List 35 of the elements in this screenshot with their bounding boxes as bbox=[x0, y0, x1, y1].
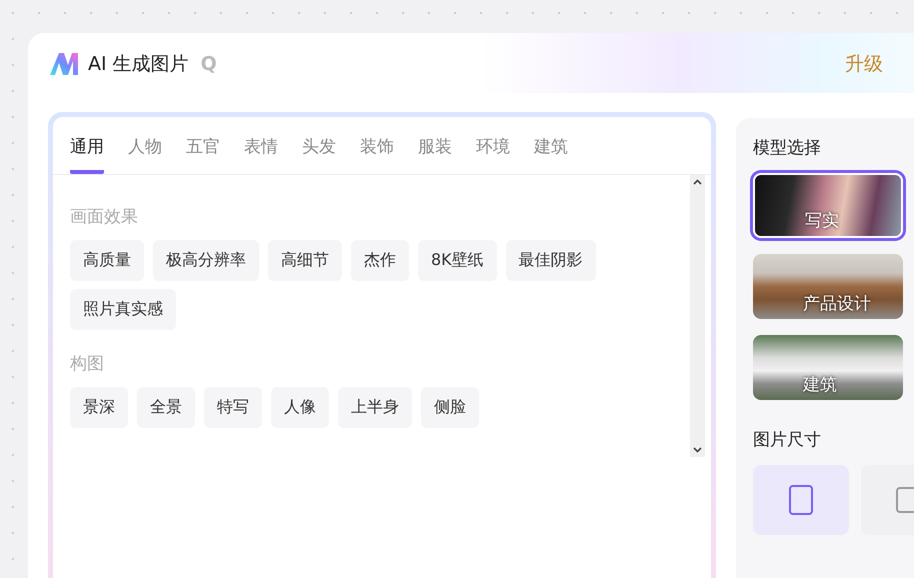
prompt-tag[interactable]: 景深 bbox=[70, 387, 128, 428]
scroll-down-icon[interactable] bbox=[692, 447, 702, 453]
scrollbar[interactable] bbox=[690, 175, 705, 457]
prompt-tag[interactable]: 上半身 bbox=[338, 387, 412, 428]
category-tab[interactable]: 服装 bbox=[418, 135, 452, 174]
category-tab[interactable]: 建筑 bbox=[534, 135, 568, 174]
prompt-tag[interactable]: 侧脸 bbox=[421, 387, 479, 428]
section-heading: 模型选择 bbox=[752, 137, 822, 159]
category-tab[interactable]: 装饰 bbox=[360, 135, 394, 174]
category-tab[interactable]: 头发 bbox=[302, 135, 336, 174]
scroll-up-icon[interactable] bbox=[692, 179, 702, 185]
section-heading: 图片尺寸 bbox=[752, 429, 822, 451]
prompt-tag[interactable]: 特写 bbox=[204, 387, 262, 428]
category-tab[interactable]: 五官 bbox=[186, 135, 220, 174]
size-option[interactable] bbox=[752, 465, 849, 535]
prompt-tag[interactable]: 杰作 bbox=[351, 240, 409, 281]
model-option[interactable]: 写实 bbox=[752, 173, 903, 238]
group-heading: 构图 bbox=[70, 353, 105, 375]
logo-icon bbox=[50, 53, 78, 75]
category-tab[interactable]: 表情 bbox=[244, 135, 278, 174]
prompt-tag[interactable]: 人像 bbox=[271, 387, 329, 428]
portrait-rect-icon bbox=[788, 485, 813, 515]
prompt-tag[interactable]: 照片真实感 bbox=[70, 289, 176, 330]
prompt-tag[interactable]: 8K壁纸 bbox=[418, 240, 497, 281]
category-tab[interactable]: 环境 bbox=[476, 135, 510, 174]
category-tab[interactable]: 通用 bbox=[70, 135, 104, 174]
prompt-tag[interactable]: 最佳阴影 bbox=[506, 240, 596, 281]
model-option[interactable]: 产品设计 bbox=[752, 254, 903, 319]
prompt-tag[interactable]: 高质量 bbox=[70, 240, 144, 281]
category-tab[interactable]: 人物 bbox=[128, 135, 162, 174]
prompt-tag[interactable]: 高细节 bbox=[268, 240, 342, 281]
prompt-tag[interactable]: 全景 bbox=[137, 387, 195, 428]
group-heading: 画面效果 bbox=[70, 206, 139, 228]
page-title: AI 生成图片 bbox=[88, 52, 189, 77]
prompt-tag[interactable]: 极高分辨率 bbox=[153, 240, 259, 281]
